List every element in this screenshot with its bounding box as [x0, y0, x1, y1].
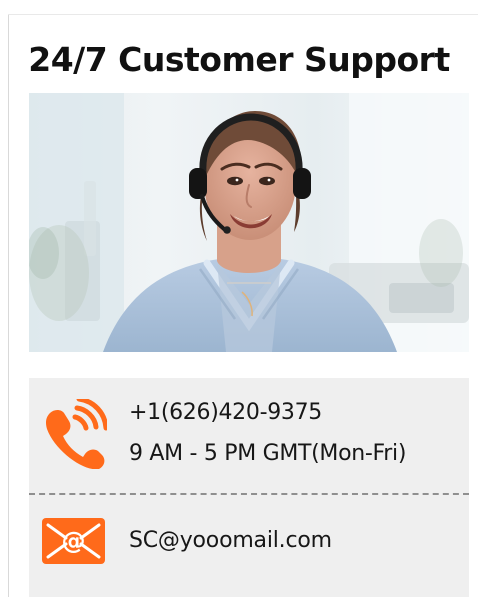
support-hours: 9 AM - 5 PM GMT(Mon-Fri) [129, 441, 407, 466]
phone-icon [39, 396, 109, 470]
card-top-border [8, 14, 478, 15]
page-title: 24/7 Customer Support [28, 40, 450, 79]
email-address[interactable]: SC@yooomail.com [129, 524, 332, 558]
contact-divider [29, 493, 469, 495]
customer-support-card: 24/7 Customer Support +1(626)420-9375 9 … [0, 0, 478, 597]
email-icon: @ [42, 518, 105, 564]
svg-text:@: @ [62, 527, 86, 555]
support-agent-photo [29, 93, 469, 352]
phone-number[interactable]: +1(626)420-9375 [129, 396, 322, 430]
card-left-border [8, 14, 9, 597]
